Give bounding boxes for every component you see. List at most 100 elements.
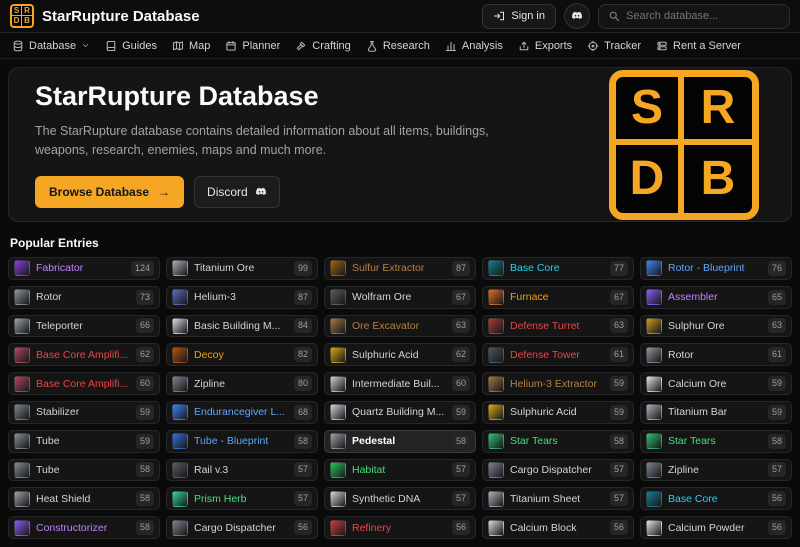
entry-card[interactable]: Stabilizer 59 (8, 401, 160, 424)
entry-card[interactable]: Base Core 56 (640, 487, 792, 510)
entry-name: Sulphur Ore (668, 320, 762, 332)
entry-count-badge: 56 (768, 520, 786, 535)
entry-card[interactable]: Wolfram Ore 67 (324, 286, 476, 309)
search-input[interactable] (626, 10, 780, 22)
entry-card[interactable]: Rail v.3 57 (166, 459, 318, 482)
entry-card[interactable]: Teleporter 66 (8, 315, 160, 338)
entry-card[interactable]: Endurancegiver L... 68 (166, 401, 318, 424)
entry-card[interactable]: Synthetic DNA 57 (324, 487, 476, 510)
entry-name: Rotor - Blueprint (668, 262, 762, 274)
discord-icon-button[interactable] (564, 3, 590, 29)
entry-thumbnail (172, 404, 188, 420)
nav-item-database[interactable]: Database (12, 40, 90, 52)
entry-card[interactable]: Base Core 77 (482, 257, 634, 280)
entry-card[interactable]: Pedestal 58 (324, 430, 476, 453)
entry-name: Calcium Ore (668, 378, 762, 390)
discord-button[interactable]: Discord (194, 176, 280, 208)
tracker-icon (587, 40, 599, 52)
nav-item-crafting[interactable]: Crafting (295, 40, 351, 52)
entry-card[interactable]: Calcium Ore 59 (640, 372, 792, 395)
entry-card[interactable]: Titanium Sheet 57 (482, 487, 634, 510)
entry-card[interactable]: Quartz Building M... 59 (324, 401, 476, 424)
entry-card[interactable]: Rotor 61 (640, 343, 792, 366)
entry-card[interactable]: Base Core Amplifi... 62 (8, 343, 160, 366)
entry-card[interactable]: Constructorizer 58 (8, 516, 160, 539)
entry-thumbnail (14, 289, 30, 305)
nav-item-label: Tracker (604, 40, 641, 52)
crafting-icon (295, 40, 307, 52)
entry-card[interactable]: Ore Excavator 63 (324, 315, 476, 338)
entry-card[interactable]: Decoy 82 (166, 343, 318, 366)
entry-thumbnail (488, 289, 504, 305)
entry-card[interactable]: Basic Building M... 84 (166, 315, 318, 338)
nav-item-exports[interactable]: Exports (518, 40, 572, 52)
entry-name: Rail v.3 (194, 464, 288, 476)
entry-count-badge: 63 (610, 318, 628, 333)
nav-item-analysis[interactable]: Analysis (445, 40, 503, 52)
nav-item-guides[interactable]: Guides (105, 40, 157, 52)
entry-card[interactable]: Sulphuric Acid 59 (482, 401, 634, 424)
entry-name: Rotor (36, 291, 130, 303)
entry-card[interactable]: Intermediate Buil... 60 (324, 372, 476, 395)
entry-thumbnail (488, 260, 504, 276)
entry-card[interactable]: Defense Turret 63 (482, 315, 634, 338)
hero-actions: Browse Database → Discord (35, 176, 609, 208)
nav-item-planner[interactable]: Planner (225, 40, 280, 52)
server-icon (656, 40, 668, 52)
entry-name: Fabricator (36, 262, 125, 274)
entry-card[interactable]: Defense Tower 61 (482, 343, 634, 366)
entry-card[interactable]: Fabricator 124 (8, 257, 160, 280)
sign-in-button[interactable]: Sign in (482, 4, 556, 29)
entry-name: Stabilizer (36, 406, 130, 418)
browse-database-button[interactable]: Browse Database → (35, 176, 184, 208)
entry-card[interactable]: Helium-3 87 (166, 286, 318, 309)
entry-name: Calcium Powder (668, 522, 762, 534)
nav-item-map[interactable]: Map (172, 40, 210, 52)
discord-icon (571, 10, 583, 22)
entry-card[interactable]: Habitat 57 (324, 459, 476, 482)
entry-card[interactable]: Cargo Dispatcher 56 (166, 516, 318, 539)
entry-name: Star Tears (510, 435, 604, 447)
entry-card[interactable]: Tube 59 (8, 430, 160, 453)
entry-card[interactable]: Sulfur Extractor 87 (324, 257, 476, 280)
entry-name: Constructorizer (36, 522, 130, 534)
entry-thumbnail (488, 491, 504, 507)
entry-card[interactable]: Heat Shield 58 (8, 487, 160, 510)
entry-card[interactable]: Zipline 57 (640, 459, 792, 482)
nav-item-research[interactable]: Research (366, 40, 430, 52)
entry-count-badge: 61 (768, 347, 786, 362)
entry-card[interactable]: Calcium Block 56 (482, 516, 634, 539)
entry-thumbnail (646, 318, 662, 334)
entry-card[interactable]: Assembler 65 (640, 286, 792, 309)
discord-icon (255, 186, 267, 198)
entry-card[interactable]: Calcium Powder 56 (640, 516, 792, 539)
entry-card[interactable]: Zipline 80 (166, 372, 318, 395)
entry-card[interactable]: Furnace 67 (482, 286, 634, 309)
entry-card[interactable]: Cargo Dispatcher 57 (482, 459, 634, 482)
entry-card[interactable]: Tube - Blueprint 58 (166, 430, 318, 453)
entry-card[interactable]: Refinery 56 (324, 516, 476, 539)
entry-card[interactable]: Star Tears 58 (482, 430, 634, 453)
logo-letter: B (22, 16, 32, 26)
entry-name: Base Core (668, 493, 762, 505)
entry-card[interactable]: Rotor 73 (8, 286, 160, 309)
entry-card[interactable]: Titanium Bar 59 (640, 401, 792, 424)
nav-item-label: Analysis (462, 40, 503, 52)
entry-card[interactable]: Star Tears 58 (640, 430, 792, 453)
nav-item-label: Research (383, 40, 430, 52)
site-logo[interactable]: SRDB (10, 4, 34, 28)
entry-card[interactable]: Base Core Amplifi... 60 (8, 372, 160, 395)
nav-item-tracker[interactable]: Tracker (587, 40, 641, 52)
entry-count-badge: 56 (294, 520, 312, 535)
nav-item-label: Map (189, 40, 210, 52)
entry-name: Pedestal (352, 435, 446, 447)
entry-card[interactable]: Tube 58 (8, 459, 160, 482)
entry-card[interactable]: Titanium Ore 99 (166, 257, 318, 280)
entry-thumbnail (330, 491, 346, 507)
entry-card[interactable]: Prism Herb 57 (166, 487, 318, 510)
entry-card[interactable]: Sulphur Ore 63 (640, 315, 792, 338)
nav-item-rent-a-server[interactable]: Rent a Server (656, 40, 741, 52)
entry-card[interactable]: Sulphuric Acid 62 (324, 343, 476, 366)
entry-card[interactable]: Helium-3 Extractor 59 (482, 372, 634, 395)
entry-card[interactable]: Rotor - Blueprint 76 (640, 257, 792, 280)
